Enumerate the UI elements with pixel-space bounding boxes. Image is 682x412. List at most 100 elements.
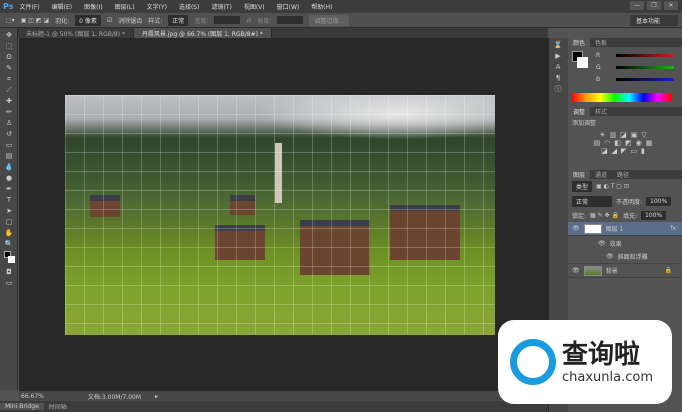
height-label: 高度: [257,17,272,25]
gradient-tool-icon[interactable]: ▤ [4,152,14,160]
menu-help[interactable]: 帮助(H) [311,2,332,11]
tab-untitled[interactable]: 未标题-1 @ 50% (图层 1, RGB/8) * [18,28,134,38]
tab-layers[interactable]: 图层 [568,170,591,179]
filter-icons[interactable]: ▣ ◐ T ▢ ⊡ [596,183,629,190]
screen-mode-icon[interactable]: ▭ [4,279,14,287]
quick-mask-icon[interactable]: ◘ [4,268,14,276]
actions-icon[interactable]: ▶ [553,52,563,60]
tab-paths[interactable]: 路径 [612,170,634,179]
width-input[interactable] [214,16,241,24]
tab-swatches[interactable]: 色板 [590,38,612,47]
swap-icon[interactable]: ⇄ [246,17,251,24]
shape-tool-icon[interactable]: ▢ [4,218,14,226]
b-slider[interactable] [616,78,674,81]
canvas-image[interactable] [65,95,495,335]
menu-bar: Ps 文件(F) 编辑(E) 图像(I) 图层(L) 文字(Y) 选择(S) 滤… [0,0,682,13]
search-logo-icon [510,339,556,385]
height-input[interactable] [277,16,304,24]
zoom-level[interactable]: 66.67% [21,393,44,400]
bevel-emboss-label: 斜面和浮雕 [617,254,648,261]
tab-mini-bridge[interactable]: Mini Bridge [0,403,44,410]
g-slider[interactable] [616,66,674,69]
new-selection-icon[interactable]: ▣ ◫ ◩ ◪ [21,17,49,24]
tab-timeline[interactable]: 时间轴 [44,402,72,411]
menu-select[interactable]: 选择(S) [179,2,200,11]
marquee-tool-icon[interactable]: ⬚ [4,42,14,50]
character-icon[interactable]: A [553,63,563,71]
bevel-eye-icon[interactable]: 👁 [606,253,614,260]
adjustments-panel: 添加调整 ☀▥◪▣▽ ▤◠◧◩◉▦ ◪◢◤▭▮ [568,116,682,170]
effects-eye-icon[interactable]: 👁 [598,240,606,247]
lasso-tool-icon[interactable]: ʘ [4,53,14,61]
adjustments-panel-header: 调整 样式 [568,107,682,116]
info-icon[interactable]: ⓘ [553,85,563,93]
healing-tool-icon[interactable]: ✚ [4,97,14,105]
feather-input[interactable]: 0 像素 [75,14,101,26]
layer-name: 背景 [605,268,618,275]
blur-tool-icon[interactable]: 💧 [4,163,14,171]
workspace-select[interactable]: 基本功能 [630,15,678,26]
layer-thumbnail [583,223,602,234]
color-swatches-icon[interactable] [4,251,15,265]
menu-file[interactable]: 文件(F) [19,2,39,11]
refine-edge-button[interactable]: 调整边缘... [309,14,350,26]
stamp-tool-icon[interactable]: ♙ [4,119,14,127]
tab-channels[interactable]: 通道 [590,170,612,179]
background-color[interactable] [577,57,588,68]
menu-view[interactable]: 视图(V) [244,2,265,11]
menu-window[interactable]: 窗口(W) [277,2,300,11]
hand-tool-icon[interactable]: ✋ [4,229,14,237]
watermark-logo: 查询啦 chaxunla.com [498,320,672,404]
close-button[interactable]: ✕ [664,1,678,10]
layer-filter-select[interactable]: 类型 [572,181,593,192]
visibility-eye-icon[interactable]: 👁 [572,267,580,274]
menu-layer[interactable]: 图层(L) [115,2,135,11]
quick-select-tool-icon[interactable]: ✎ [4,64,14,72]
dodge-tool-icon[interactable]: ● [4,174,14,182]
move-tool-icon[interactable]: ✥ [4,31,14,39]
menu-filter[interactable]: 滤镜(T) [211,2,231,11]
adjustment-icons[interactable]: ☀▥◪▣▽ ▤◠◧◩◉▦ ◪◢◤▭▮ [572,131,678,155]
brush-tool-icon[interactable]: ✏ [4,108,14,116]
minimize-button[interactable]: — [630,1,644,10]
antialias-checkbox[interactable]: ☑ [107,17,112,24]
visibility-eye-icon[interactable]: 👁 [572,225,580,232]
bevel-emboss-row[interactable]: 👁 斜面和浮雕 [568,250,682,264]
menu-image[interactable]: 图像(I) [84,2,102,11]
layer-row-background[interactable]: 👁 背景 🔒 [568,264,682,278]
fill-label: 填充: [622,213,637,220]
lock-row: 锁定: ▦ ✎ ✥ 🔒 填充: 100% [568,209,682,222]
fill-input[interactable]: 100% [640,211,667,220]
pen-tool-icon[interactable]: ✒ [4,185,14,193]
path-select-tool-icon[interactable]: ➤ [4,207,14,215]
style-select[interactable]: 正常 [168,14,189,26]
tab-adjustments[interactable]: 调整 [568,107,591,116]
doc-size: 文档:3.00M/7.00M [87,393,142,401]
marquee-tool-icon[interactable]: ⬚▾ [6,17,15,24]
feather-label: 羽化: [55,17,70,25]
history-brush-icon[interactable]: ↺ [4,130,14,138]
opacity-input[interactable]: 100% [646,197,672,206]
tab-landscape[interactable]: 丹霞风景.jpg @ 66.7% (图层 1, RGB/8#) * [133,28,272,38]
eraser-tool-icon[interactable]: ▭ [4,141,14,149]
menu-edit[interactable]: 编辑(E) [52,2,72,11]
r-slider[interactable] [616,54,674,57]
type-tool-icon[interactable]: T [4,196,14,204]
menu-type[interactable]: 文字(Y) [147,2,167,11]
color-spectrum[interactable] [572,93,672,102]
restore-button[interactable]: ❐ [647,1,661,10]
blend-mode-select[interactable]: 正常 [572,196,612,207]
tab-styles[interactable]: 样式 [590,107,612,116]
eyedropper-tool-icon[interactable]: ⟋ [4,86,14,94]
zoom-tool-icon[interactable]: 🔍 [4,240,14,248]
lock-icons[interactable]: ▦ ✎ ✥ 🔒 [590,212,619,219]
tab-color[interactable]: 颜色 [568,38,591,47]
status-arrow-icon[interactable]: ▸ [155,393,158,400]
effects-row[interactable]: 👁 效果 [568,236,682,250]
watermark-text: 查询啦 [562,339,641,370]
watermark-url: chaxunla.com [562,369,653,385]
crop-tool-icon[interactable]: ⌗ [4,75,14,83]
history-icon[interactable]: ⌛ [553,41,563,49]
paragraph-icon[interactable]: ¶ [553,74,563,82]
layer-row-layer1[interactable]: 👁 图层 1 fx [568,222,682,236]
